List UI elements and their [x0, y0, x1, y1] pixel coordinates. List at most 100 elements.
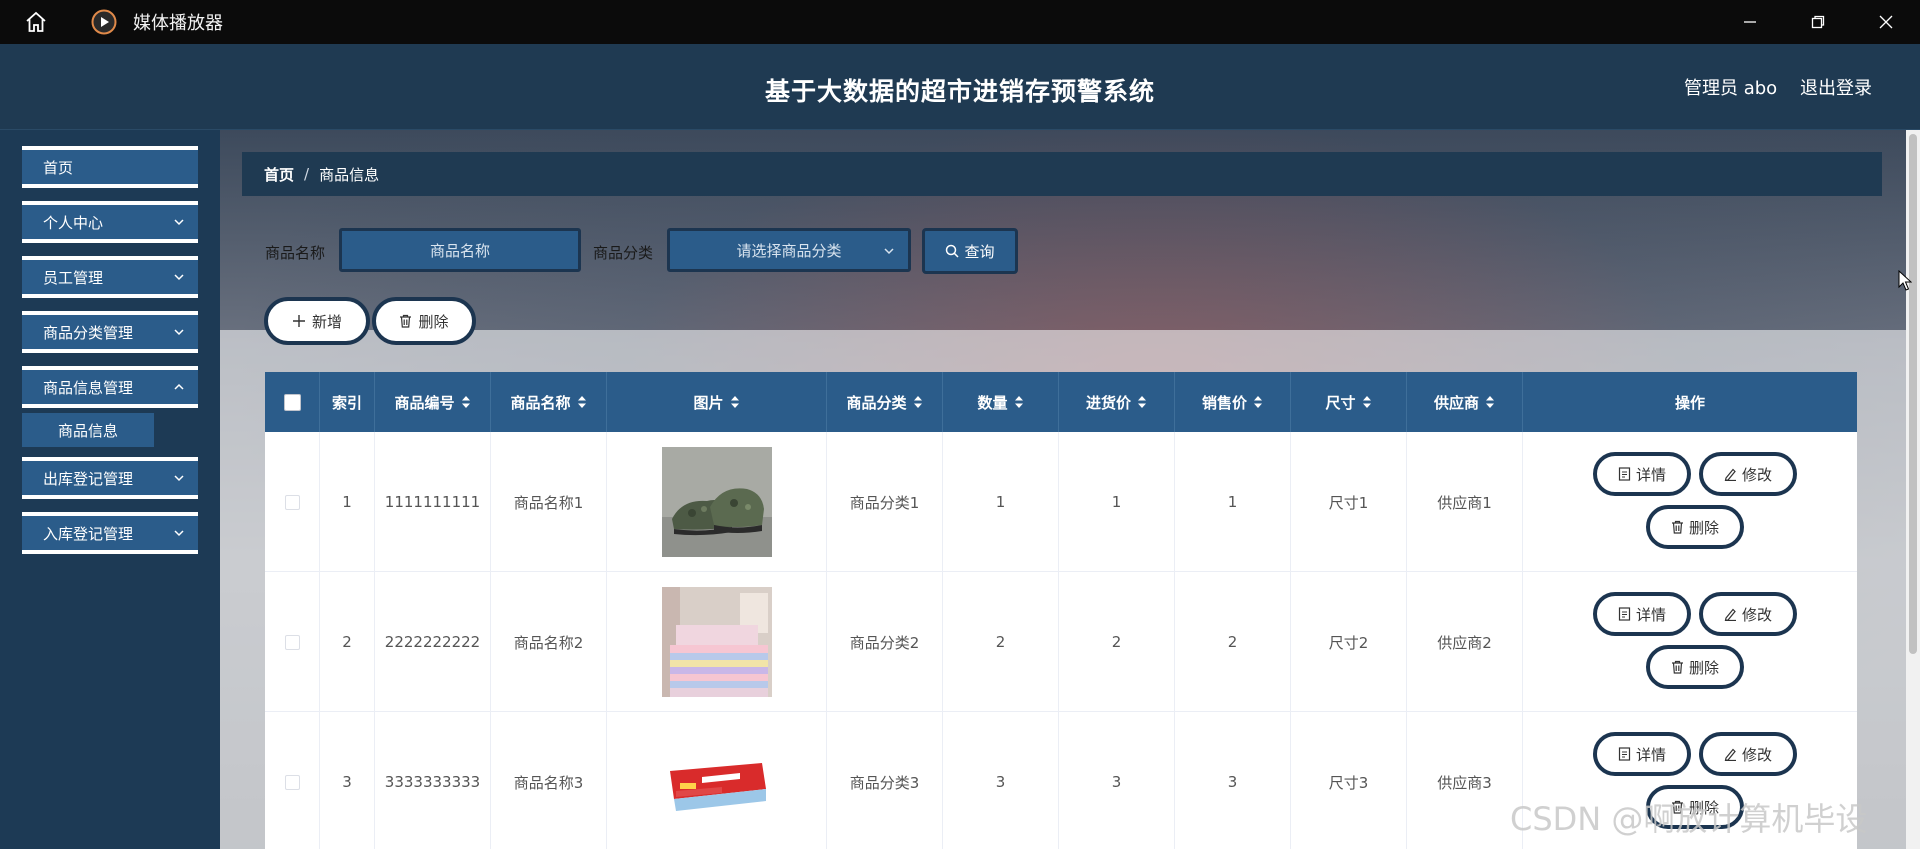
delete-button-label: 删除 — [1688, 658, 1719, 677]
add-button[interactable]: 新增 — [264, 297, 370, 345]
minimize-icon — [1744, 21, 1756, 23]
product-category-placeholder: 请选择商品分类 — [736, 241, 842, 260]
col-header-label: 商品分类 — [846, 393, 907, 412]
detail-button[interactable]: 详情 — [1593, 592, 1691, 636]
col-header-label: 数量 — [977, 393, 1008, 412]
vertical-scrollbar[interactable] — [1906, 130, 1920, 849]
window-title: 媒体播放器 — [133, 13, 223, 34]
chevron-down-icon — [174, 530, 184, 537]
batch-delete-button[interactable]: 删除 — [372, 297, 476, 345]
cell-actions: 详情 修改 删除 — [1523, 432, 1857, 572]
select-all-checkbox[interactable] — [283, 393, 301, 411]
document-icon — [1618, 607, 1631, 621]
sidebar-item-label: 员工管理 — [43, 268, 104, 287]
plus-icon — [292, 315, 305, 327]
edit-button[interactable]: 修改 — [1699, 452, 1797, 496]
restore-icon — [1811, 15, 1825, 29]
col-index: 索引 — [320, 372, 375, 432]
sidebar-item-label: 商品信息管理 — [43, 378, 134, 397]
edit-button-label: 修改 — [1741, 605, 1772, 624]
mouse-cursor-icon — [1898, 270, 1912, 291]
product-image-toothpaste[interactable] — [661, 727, 772, 837]
sidebar-item-home[interactable]: 首页 — [22, 146, 198, 188]
col-header-label: 操作 — [1674, 393, 1705, 412]
sort-icon — [1362, 396, 1371, 408]
cell-actions: 详情 修改 删除 — [1523, 572, 1857, 712]
breadcrumb-home[interactable]: 首页 — [264, 164, 294, 185]
col-size[interactable]: 尺寸 — [1291, 372, 1407, 432]
col-code[interactable]: 商品编号 — [375, 372, 491, 432]
scrollbar-thumb[interactable] — [1909, 134, 1917, 654]
cell-size: 尺寸2 — [1291, 572, 1407, 712]
document-icon — [1618, 747, 1631, 761]
query-button[interactable]: 查询 — [922, 228, 1018, 274]
col-supplier[interactable]: 供应商 — [1407, 372, 1523, 432]
col-name[interactable]: 商品名称 — [491, 372, 607, 432]
col-image[interactable]: 图片 — [607, 372, 827, 432]
cell-sale-price: 1 — [1175, 432, 1291, 572]
sidebar-item-label: 个人中心 — [43, 213, 104, 232]
sidebar-item-inbound[interactable]: 入库登记管理 — [22, 512, 198, 554]
edit-button[interactable]: 修改 — [1699, 592, 1797, 636]
cell-code: 3333333333 — [375, 712, 491, 849]
col-header-label: 索引 — [331, 393, 362, 412]
cell-category: 商品分类3 — [827, 712, 943, 849]
row-checkbox[interactable] — [284, 494, 300, 510]
table-row: 2 2222222222 商品名称2 商品分类2 2 2 2 尺寸2 供应商2 … — [265, 572, 1857, 712]
product-category-label: 商品分类 — [593, 244, 654, 262]
delete-button[interactable]: 删除 — [1646, 645, 1744, 689]
table-row: 1 1111111111 商品名称1 商品分类1 1 1 1 尺寸1 供应商1 … — [265, 432, 1857, 572]
col-header-label: 图片 — [693, 393, 724, 412]
cell-sale-price: 3 — [1175, 712, 1291, 849]
cell-size: 尺寸3 — [1291, 712, 1407, 849]
cell-category: 商品分类1 — [827, 432, 943, 572]
search-icon — [946, 244, 960, 258]
restore-button[interactable] — [1784, 0, 1852, 44]
row-select-cell — [265, 432, 320, 572]
cell-index: 2 — [320, 572, 375, 712]
edit-button[interactable]: 修改 — [1699, 732, 1797, 776]
detail-button[interactable]: 详情 — [1593, 452, 1691, 496]
trash-icon — [400, 314, 412, 328]
product-image-shoes[interactable] — [661, 447, 772, 557]
delete-button[interactable]: 删除 — [1646, 505, 1744, 549]
sidebar-subitem-product-info[interactable]: 商品信息 — [22, 413, 154, 447]
sidebar: 首页 个人中心 员工管理 商品分类管理 商品信息管理 商品信息 出库登记管理 入… — [0, 130, 220, 849]
row-select-cell — [265, 572, 320, 712]
col-sale-price[interactable]: 销售价 — [1175, 372, 1291, 432]
home-icon[interactable] — [19, 5, 53, 39]
sidebar-item-staff[interactable]: 员工管理 — [22, 256, 198, 298]
breadcrumb-current: 商品信息 — [319, 165, 380, 184]
sidebar-item-label: 首页 — [43, 158, 74, 177]
col-quantity[interactable]: 数量 — [943, 372, 1059, 432]
cell-code: 2222222222 — [375, 572, 491, 712]
cell-image — [607, 572, 827, 712]
sidebar-item-outbound[interactable]: 出库登记管理 — [22, 457, 198, 499]
product-name-placeholder: 商品名称 — [429, 241, 490, 260]
sort-icon — [577, 396, 586, 408]
cell-size: 尺寸1 — [1291, 432, 1407, 572]
sort-icon — [913, 396, 922, 408]
detail-button-label: 详情 — [1635, 745, 1666, 764]
col-actions: 操作 — [1523, 372, 1857, 432]
sidebar-item-label: 入库登记管理 — [43, 524, 134, 543]
sidebar-item-personal-center[interactable]: 个人中心 — [22, 201, 198, 243]
add-button-label: 新增 — [311, 312, 342, 331]
sidebar-item-product-mgmt[interactable]: 商品信息管理 — [22, 366, 198, 408]
product-category-select[interactable]: 请选择商品分类 — [667, 228, 911, 272]
col-category[interactable]: 商品分类 — [827, 372, 943, 432]
minimize-button[interactable] — [1716, 0, 1784, 44]
product-image-bedding[interactable] — [661, 587, 772, 697]
logout-link[interactable]: 退出登录 — [1800, 74, 1872, 100]
close-icon — [1879, 15, 1893, 29]
close-button[interactable] — [1852, 0, 1920, 44]
row-checkbox[interactable] — [284, 634, 300, 650]
cell-cost-price: 3 — [1059, 712, 1175, 849]
sidebar-item-category-mgmt[interactable]: 商品分类管理 — [22, 311, 198, 353]
detail-button[interactable]: 详情 — [1593, 732, 1691, 776]
trash-icon — [1671, 660, 1683, 674]
product-name-input[interactable]: 商品名称 — [339, 228, 581, 272]
col-cost-price[interactable]: 进货价 — [1059, 372, 1175, 432]
breadcrumb-separator: / — [304, 165, 310, 183]
row-checkbox[interactable] — [284, 774, 300, 790]
